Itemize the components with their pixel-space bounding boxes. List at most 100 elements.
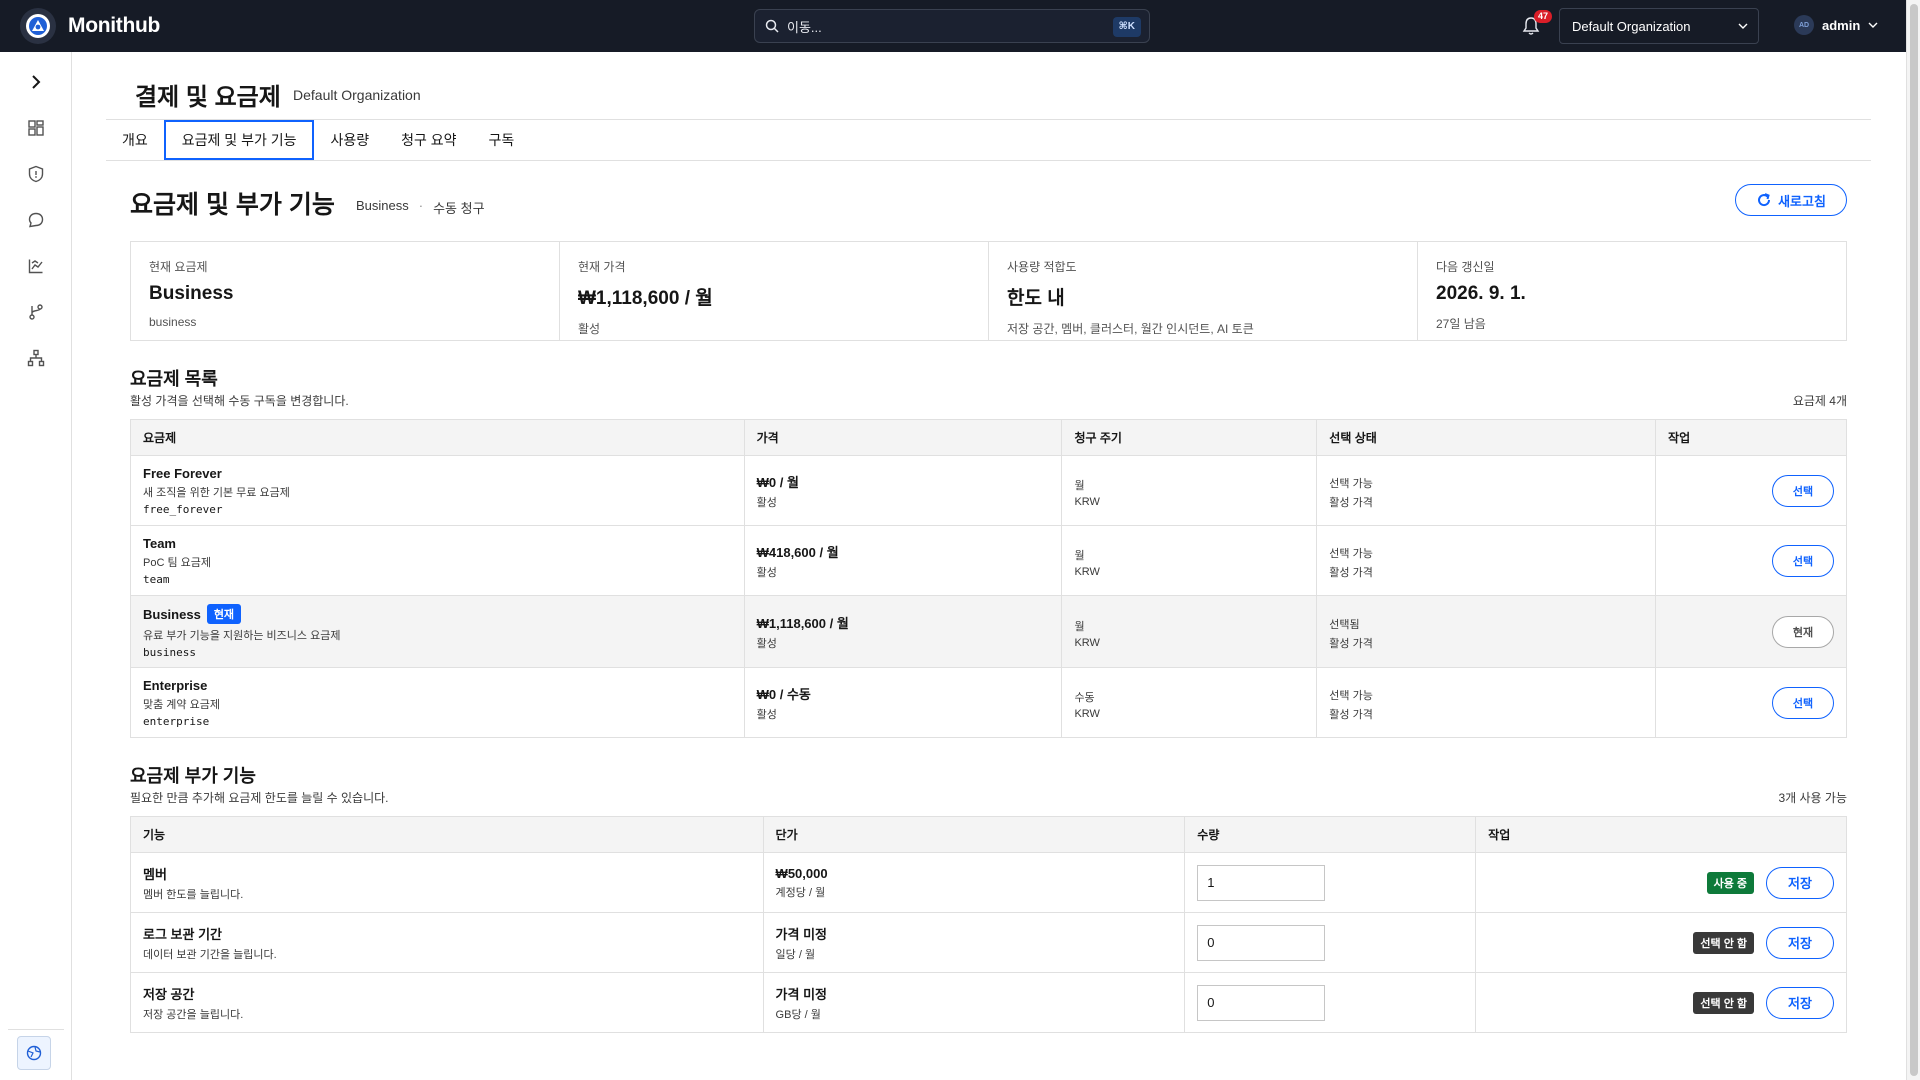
- billing-cycle: 수동: [1074, 691, 1095, 704]
- save-button[interactable]: 저장: [1766, 986, 1834, 1019]
- card-label: 사용량 적합도: [1007, 260, 1077, 274]
- card-value: Business: [149, 283, 234, 304]
- card-note: 저장 공간, 멤버, 클러스터, 월간 인시던트, AI 토큰: [1007, 322, 1254, 336]
- save-button[interactable]: 저장: [1766, 926, 1834, 959]
- quantity-cell: [1184, 972, 1477, 1033]
- summary-card-next-renewal: 다음 갱신일 2026. 9. 1. 27일 남음: [1418, 242, 1846, 340]
- select-plan-button[interactable]: 선택: [1772, 686, 1834, 719]
- select-plan-button[interactable]: 선택: [1772, 544, 1834, 577]
- currency: KRW: [1074, 707, 1100, 720]
- summary-cards: 현재 요금제 Business business 현재 가격 ₩1,118,60…: [130, 241, 1847, 341]
- select-plan-button[interactable]: 선택: [1772, 474, 1834, 507]
- rail-divider: [8, 1029, 64, 1030]
- top-bar: Monithub 이동... ⌘K 47 Default Organizatio…: [0, 0, 1906, 52]
- select-state: 선택 가능: [1329, 689, 1373, 702]
- action-cell: 선택 안 함 저장: [1475, 972, 1847, 1033]
- currency: KRW: [1074, 636, 1100, 649]
- tab-usage[interactable]: 사용량: [314, 120, 385, 160]
- unit-price-cell: 가격 미정 일당 / 월: [763, 912, 1186, 973]
- chevron-down-icon: [1868, 22, 1878, 28]
- plan-cell: Free Forever 새 조직을 위한 기본 무료 요금제 free_for…: [130, 455, 745, 526]
- nav-git[interactable]: [24, 300, 48, 324]
- chevron-right-icon: [32, 75, 41, 89]
- action-cell: 현재: [1655, 595, 1847, 668]
- nav-topology[interactable]: [24, 346, 48, 370]
- select-state: 선택 가능: [1329, 477, 1373, 490]
- status-badge: 사용 중: [1706, 871, 1754, 894]
- plan-name: Business: [143, 606, 201, 622]
- nav-security[interactable]: [24, 162, 48, 186]
- refresh-label: 새로고침: [1778, 193, 1826, 209]
- price-status: 활성: [756, 566, 777, 579]
- plan-price: ₩418,600 / 월: [756, 544, 839, 560]
- action-group: 선택 안 함 저장: [1488, 926, 1834, 959]
- action-cell: 선택: [1655, 667, 1847, 738]
- tab-plans-addons[interactable]: 요금제 및 부가 기능: [163, 120, 315, 160]
- addon-unit: GB당 / 월: [775, 1008, 821, 1021]
- meta-billing: 수동 청구: [433, 201, 485, 216]
- plan-price: ₩0 / 수동: [756, 686, 811, 702]
- table-row: 저장 공간 저장 공간을 늘립니다. 가격 미정 GB당 / 월 선택 안 함 …: [130, 972, 1847, 1033]
- selection-cell: 선택 가능 활성 가격: [1316, 667, 1657, 738]
- meta-separator: ·: [418, 198, 424, 213]
- save-button[interactable]: 저장: [1766, 866, 1834, 899]
- section-title: 요금제 및 부가 기능: [130, 191, 335, 219]
- nav-dashboard[interactable]: [24, 116, 48, 140]
- card-note: business: [149, 315, 197, 329]
- summary-card-current-plan: 현재 요금제 Business business: [131, 242, 560, 340]
- price-cell: ₩0 / 월 활성: [744, 455, 1063, 526]
- user-name: admin: [1822, 17, 1861, 33]
- select-state: 선택 가능: [1329, 547, 1373, 560]
- addon-price: 가격 미정: [775, 926, 827, 942]
- nav-chat[interactable]: [24, 208, 48, 232]
- logo-icon[interactable]: [20, 8, 56, 44]
- help-button[interactable]: [17, 1036, 51, 1070]
- scrollbar-thumb[interactable]: [1910, 4, 1918, 1076]
- shortcut-badge: ⌘K: [1112, 17, 1141, 37]
- column-header: 단가: [763, 816, 1186, 853]
- plan-cell: Team PoC 팀 요금제 team: [130, 525, 745, 596]
- notifications-button[interactable]: 47: [1522, 10, 1552, 38]
- select-state: 선택됨: [1329, 618, 1360, 631]
- tab-billing-summary[interactable]: 청구 요약: [385, 120, 472, 160]
- addons-heading: 요금제 부가 기능: [130, 766, 256, 786]
- plans-description: 활성 가격을 선택해 수동 구독을 변경합니다.: [130, 394, 349, 408]
- addon-name: 멤버: [143, 866, 167, 882]
- quantity-input[interactable]: [1197, 924, 1326, 961]
- current-plan-button[interactable]: 현재: [1772, 615, 1834, 648]
- organization-select-value: Default Organization: [1572, 18, 1691, 34]
- quantity-input[interactable]: [1197, 864, 1326, 901]
- addon-price: ₩50,000: [775, 865, 828, 881]
- quantity-input[interactable]: [1197, 984, 1326, 1021]
- organization-select[interactable]: Default Organization: [1559, 8, 1759, 44]
- plan-name-row: Business 현재: [143, 604, 732, 624]
- nav-analytics[interactable]: [24, 254, 48, 278]
- column-header: 선택 상태: [1316, 419, 1657, 456]
- price-status: 활성: [756, 637, 777, 650]
- table-row: Business 현재 유료 부가 기능을 지원하는 비즈니스 요금제 busi…: [130, 595, 1847, 668]
- topology-icon: [27, 349, 45, 367]
- dashboard-icon: [28, 120, 44, 136]
- vertical-scrollbar[interactable]: [1906, 0, 1920, 1080]
- action-cell: 선택: [1655, 525, 1847, 596]
- plan-name: Free Forever: [143, 465, 222, 481]
- plan-code: team: [143, 572, 170, 586]
- billing-cycle: 월: [1074, 549, 1085, 562]
- refresh-button[interactable]: 새로고침: [1735, 184, 1847, 216]
- plan-description: 유료 부가 기능을 지원하는 비즈니스 요금제: [143, 630, 341, 642]
- tab-overview[interactable]: 개요: [106, 120, 164, 160]
- expand-sidebar-button[interactable]: [24, 70, 48, 94]
- tab-subscription[interactable]: 구독: [473, 120, 531, 160]
- price-cell: ₩1,118,600 / 월 활성: [744, 595, 1063, 668]
- chart-icon: [28, 259, 43, 274]
- user-menu[interactable]: AD admin: [1794, 15, 1878, 35]
- search-input[interactable]: 이동... ⌘K: [754, 9, 1150, 43]
- addon-name: 로그 보관 기간: [143, 926, 222, 942]
- table-header-row: 기능 단가 수량 작업: [130, 816, 1847, 853]
- brand-name[interactable]: Monithub: [68, 14, 160, 38]
- tabs-divider: [106, 160, 1871, 161]
- column-header: 기능: [130, 816, 764, 853]
- price-state: 활성 가격: [1329, 637, 1373, 650]
- page-title: 결제 및 요금제: [135, 84, 281, 111]
- currency: KRW: [1074, 565, 1100, 578]
